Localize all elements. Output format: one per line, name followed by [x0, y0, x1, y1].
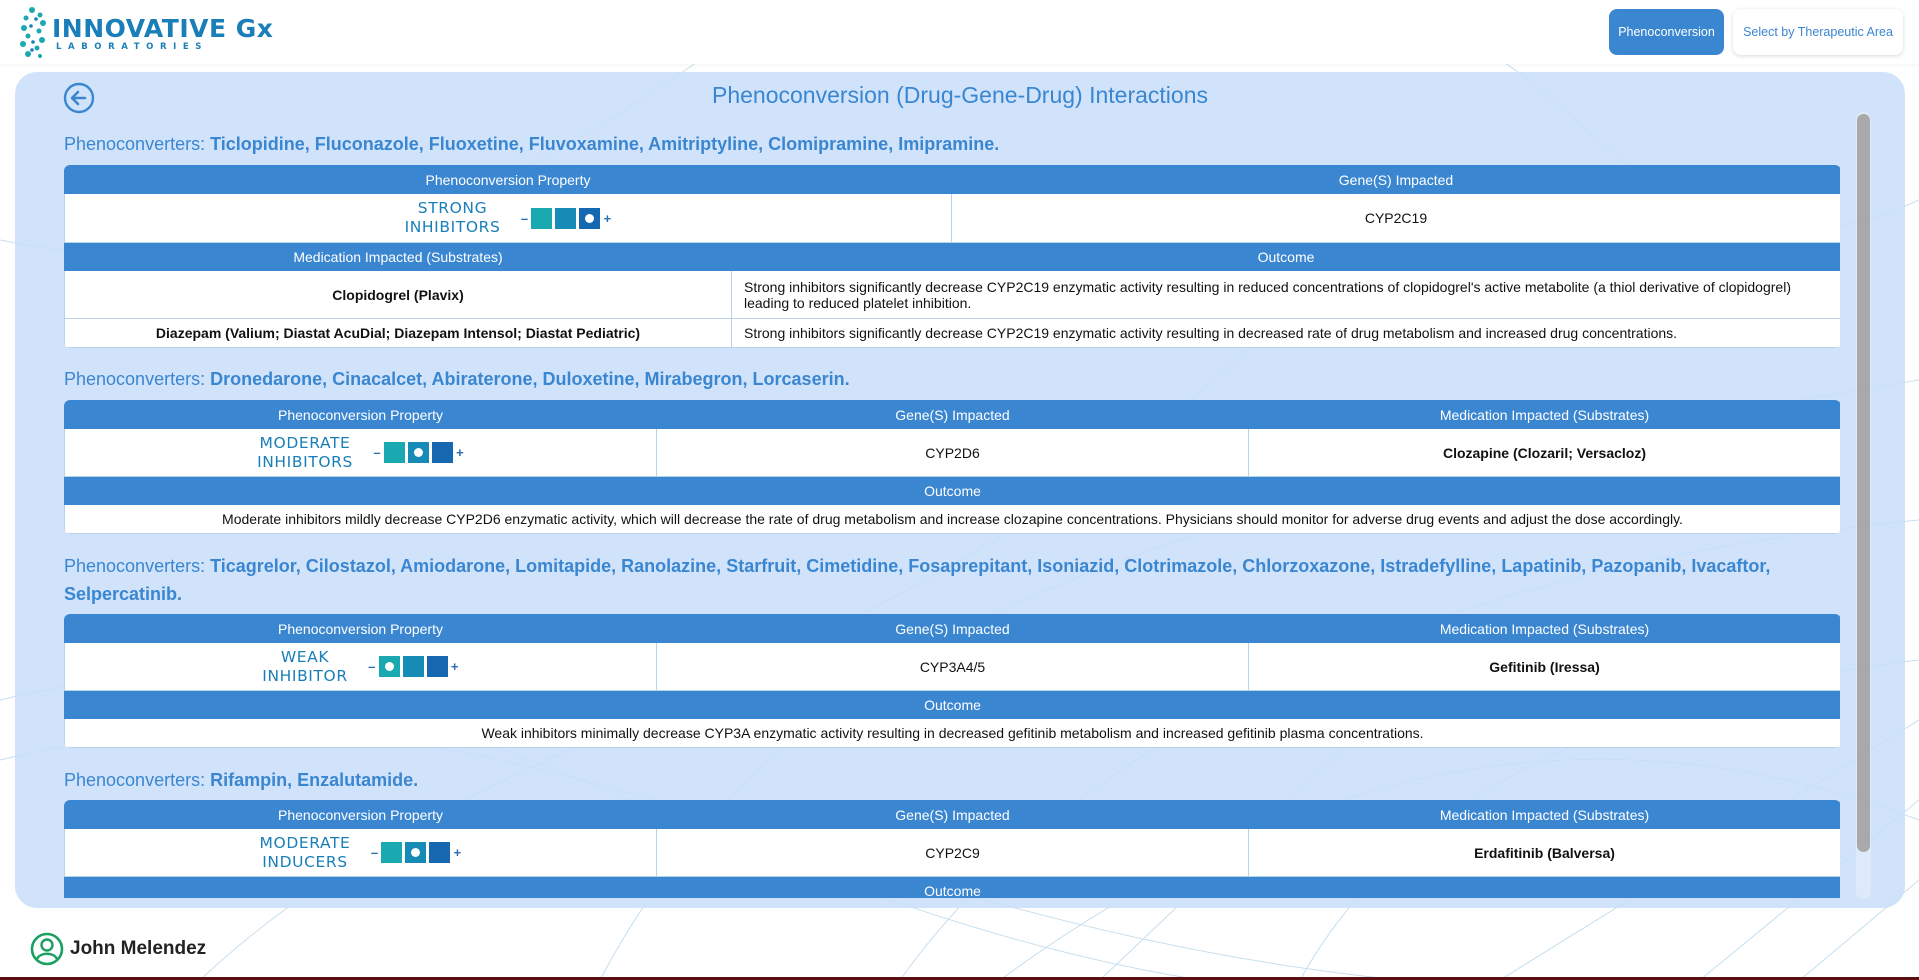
- header-property: Phenoconversion Property: [64, 800, 657, 829]
- minus-sign: –: [373, 445, 381, 460]
- header-outcome: Outcome: [64, 876, 1840, 898]
- scrollbar-thumb[interactable]: [1857, 114, 1870, 852]
- top-header: INNOVATIVE Gx LABORATORIES Phenoconversi…: [0, 0, 1919, 64]
- gene-cell: CYP2C9: [656, 828, 1249, 877]
- outcome-cell: Moderate inhibitors mildly decrease CYP2…: [64, 504, 1840, 534]
- level-box-high-selected: [579, 207, 601, 229]
- level-box-mid-selected: [407, 442, 429, 463]
- property-label-line2: INHIBITORS: [404, 218, 501, 236]
- property-label: WEAK INHIBITOR: [262, 648, 347, 686]
- nav-phenoconversion-button[interactable]: Phenoconversion: [1609, 9, 1724, 55]
- level-box-low: [531, 207, 553, 229]
- medication-cell: Clopidogrel (Plavix): [64, 270, 732, 319]
- plus-sign: +: [603, 210, 612, 226]
- strength-indicator: – +: [368, 656, 459, 677]
- header-gene: Gene(S) Impacted: [951, 165, 1840, 194]
- property-cell: MODERATE INDUCERS – +: [64, 828, 657, 877]
- header-outcome: Outcome: [64, 476, 1840, 505]
- user-circle-icon: [30, 932, 64, 966]
- property-label-line2: INHIBITORS: [257, 452, 353, 471]
- medication-cell: Clozapine (Clozaril; Versacloz): [1248, 428, 1840, 477]
- logo-subtitle: LABORATORIES: [56, 42, 209, 52]
- logo-title: INNOVATIVE Gx: [52, 14, 274, 43]
- header-outcome: Outcome: [64, 690, 1840, 719]
- header-outcome: Outcome: [731, 242, 1840, 271]
- company-logo[interactable]: INNOVATIVE Gx LABORATORIES: [18, 6, 273, 60]
- outcome-cell: Strong inhibitors significantly decrease…: [731, 270, 1840, 319]
- level-box-mid: [402, 656, 424, 677]
- section-1-title: Phenoconverters: Ticlopidine, Fluconazol…: [64, 130, 1840, 158]
- header-gene: Gene(S) Impacted: [656, 614, 1249, 643]
- level-box-high: [429, 842, 451, 863]
- level-box-low: [383, 442, 405, 463]
- level-box-high: [426, 656, 448, 677]
- property-label-line1: MODERATE: [259, 833, 351, 852]
- section-2-prefix: Phenoconverters:: [64, 369, 211, 389]
- header-property: Phenoconversion Property: [64, 165, 952, 194]
- header-medication: Medication Impacted (Substrates): [1248, 614, 1840, 643]
- header-medication: Medication Impacted (Substrates): [1248, 800, 1840, 829]
- section-1-table: Phenoconversion Property Gene(S) Impacte…: [64, 165, 1840, 348]
- property-label-line1: STRONG: [417, 199, 488, 217]
- section-4-table: Phenoconversion Property Gene(S) Impacte…: [64, 800, 1840, 898]
- property-label: MODERATE INDUCERS: [260, 834, 351, 872]
- gene-cell: CYP2D6: [656, 428, 1249, 477]
- property-label-line1: MODERATE: [259, 433, 351, 452]
- main-panel: Phenoconversion (Drug-Gene-Drug) Interac…: [15, 72, 1905, 908]
- section-2-table: Phenoconversion Property Gene(S) Impacte…: [64, 400, 1840, 534]
- user-name: John Melendez: [70, 938, 207, 959]
- section-3-table: Phenoconversion Property Gene(S) Impacte…: [64, 614, 1840, 748]
- plus-sign: +: [456, 445, 464, 460]
- property-cell: STRONG INHIBITORS – +: [64, 193, 952, 243]
- property-cell: WEAK INHIBITOR – +: [64, 642, 657, 691]
- level-box-high: [431, 442, 453, 463]
- medication-cell: Gefitinib (Iressa): [1248, 642, 1840, 691]
- level-box-low: [381, 842, 403, 863]
- property-label-line1: WEAK: [280, 647, 330, 666]
- header-medication: Medication Impacted (Substrates): [64, 242, 732, 271]
- dna-logo-icon: [20, 7, 46, 58]
- section-2-drugs: Dronedarone, Cinacalcet, Abiraterone, Du…: [210, 369, 850, 389]
- user-profile[interactable]: John Melendez: [30, 932, 206, 966]
- property-label: MODERATE INHIBITORS: [257, 434, 353, 472]
- property-label: STRONG INHIBITORS: [405, 199, 501, 237]
- level-box-low-selected: [378, 656, 400, 677]
- property-label-line2: INHIBITOR: [262, 666, 348, 685]
- section-4-drugs: Rifampin, Enzalutamide.: [210, 770, 419, 790]
- strength-indicator: – +: [373, 442, 464, 463]
- header-property: Phenoconversion Property: [64, 400, 657, 429]
- nav-therapeutic-area-button[interactable]: Select by Therapeutic Area: [1733, 9, 1903, 55]
- header-gene: Gene(S) Impacted: [656, 400, 1249, 429]
- section-3-drugs: Ticagrelor, Cilostazol, Amiodarone, Lomi…: [64, 556, 1771, 604]
- minus-sign: –: [520, 210, 529, 226]
- gene-cell: CYP3A4/5: [656, 642, 1249, 691]
- strength-indicator: – +: [520, 207, 612, 229]
- plus-sign: +: [450, 659, 459, 674]
- outcome-cell: Strong inhibitors significantly decrease…: [731, 318, 1840, 348]
- outcome-cell: Weak inhibitors minimally decrease CYP3A…: [64, 718, 1840, 748]
- section-4-prefix: Phenoconverters:: [64, 770, 211, 790]
- section-3-prefix: Phenoconverters:: [64, 556, 211, 576]
- section-1-drugs: Ticlopidine, Fluconazole, Fluoxetine, Fl…: [210, 134, 1000, 154]
- section-1-prefix: Phenoconverters:: [64, 134, 211, 154]
- strength-indicator: – +: [370, 842, 461, 863]
- header-gene: Gene(S) Impacted: [656, 800, 1249, 829]
- plus-sign: +: [453, 845, 462, 860]
- property-cell: MODERATE INHIBITORS – +: [64, 428, 657, 477]
- minus-sign: –: [370, 845, 379, 860]
- gene-cell: CYP2C19: [951, 193, 1840, 243]
- header-medication: Medication Impacted (Substrates): [1248, 400, 1840, 429]
- section-2-title: Phenoconverters: Dronedarone, Cinacalcet…: [64, 365, 1840, 393]
- level-box-mid: [555, 207, 577, 229]
- header-property: Phenoconversion Property: [64, 614, 657, 643]
- section-4-title: Phenoconverters: Rifampin, Enzalutamide.: [64, 766, 1840, 794]
- interaction-list: Phenoconverters: Ticlopidine, Fluconazol…: [64, 72, 1840, 898]
- minus-sign: –: [368, 659, 376, 674]
- medication-cell: Diazepam (Valium; Diastat AcuDial; Diaze…: [64, 318, 732, 348]
- property-label-line2: INDUCERS: [262, 852, 348, 871]
- section-3-title: Phenoconverters: Ticagrelor, Cilostazol,…: [64, 552, 1840, 608]
- level-box-mid-selected: [405, 842, 427, 863]
- medication-cell: Erdafitinib (Balversa): [1248, 828, 1840, 877]
